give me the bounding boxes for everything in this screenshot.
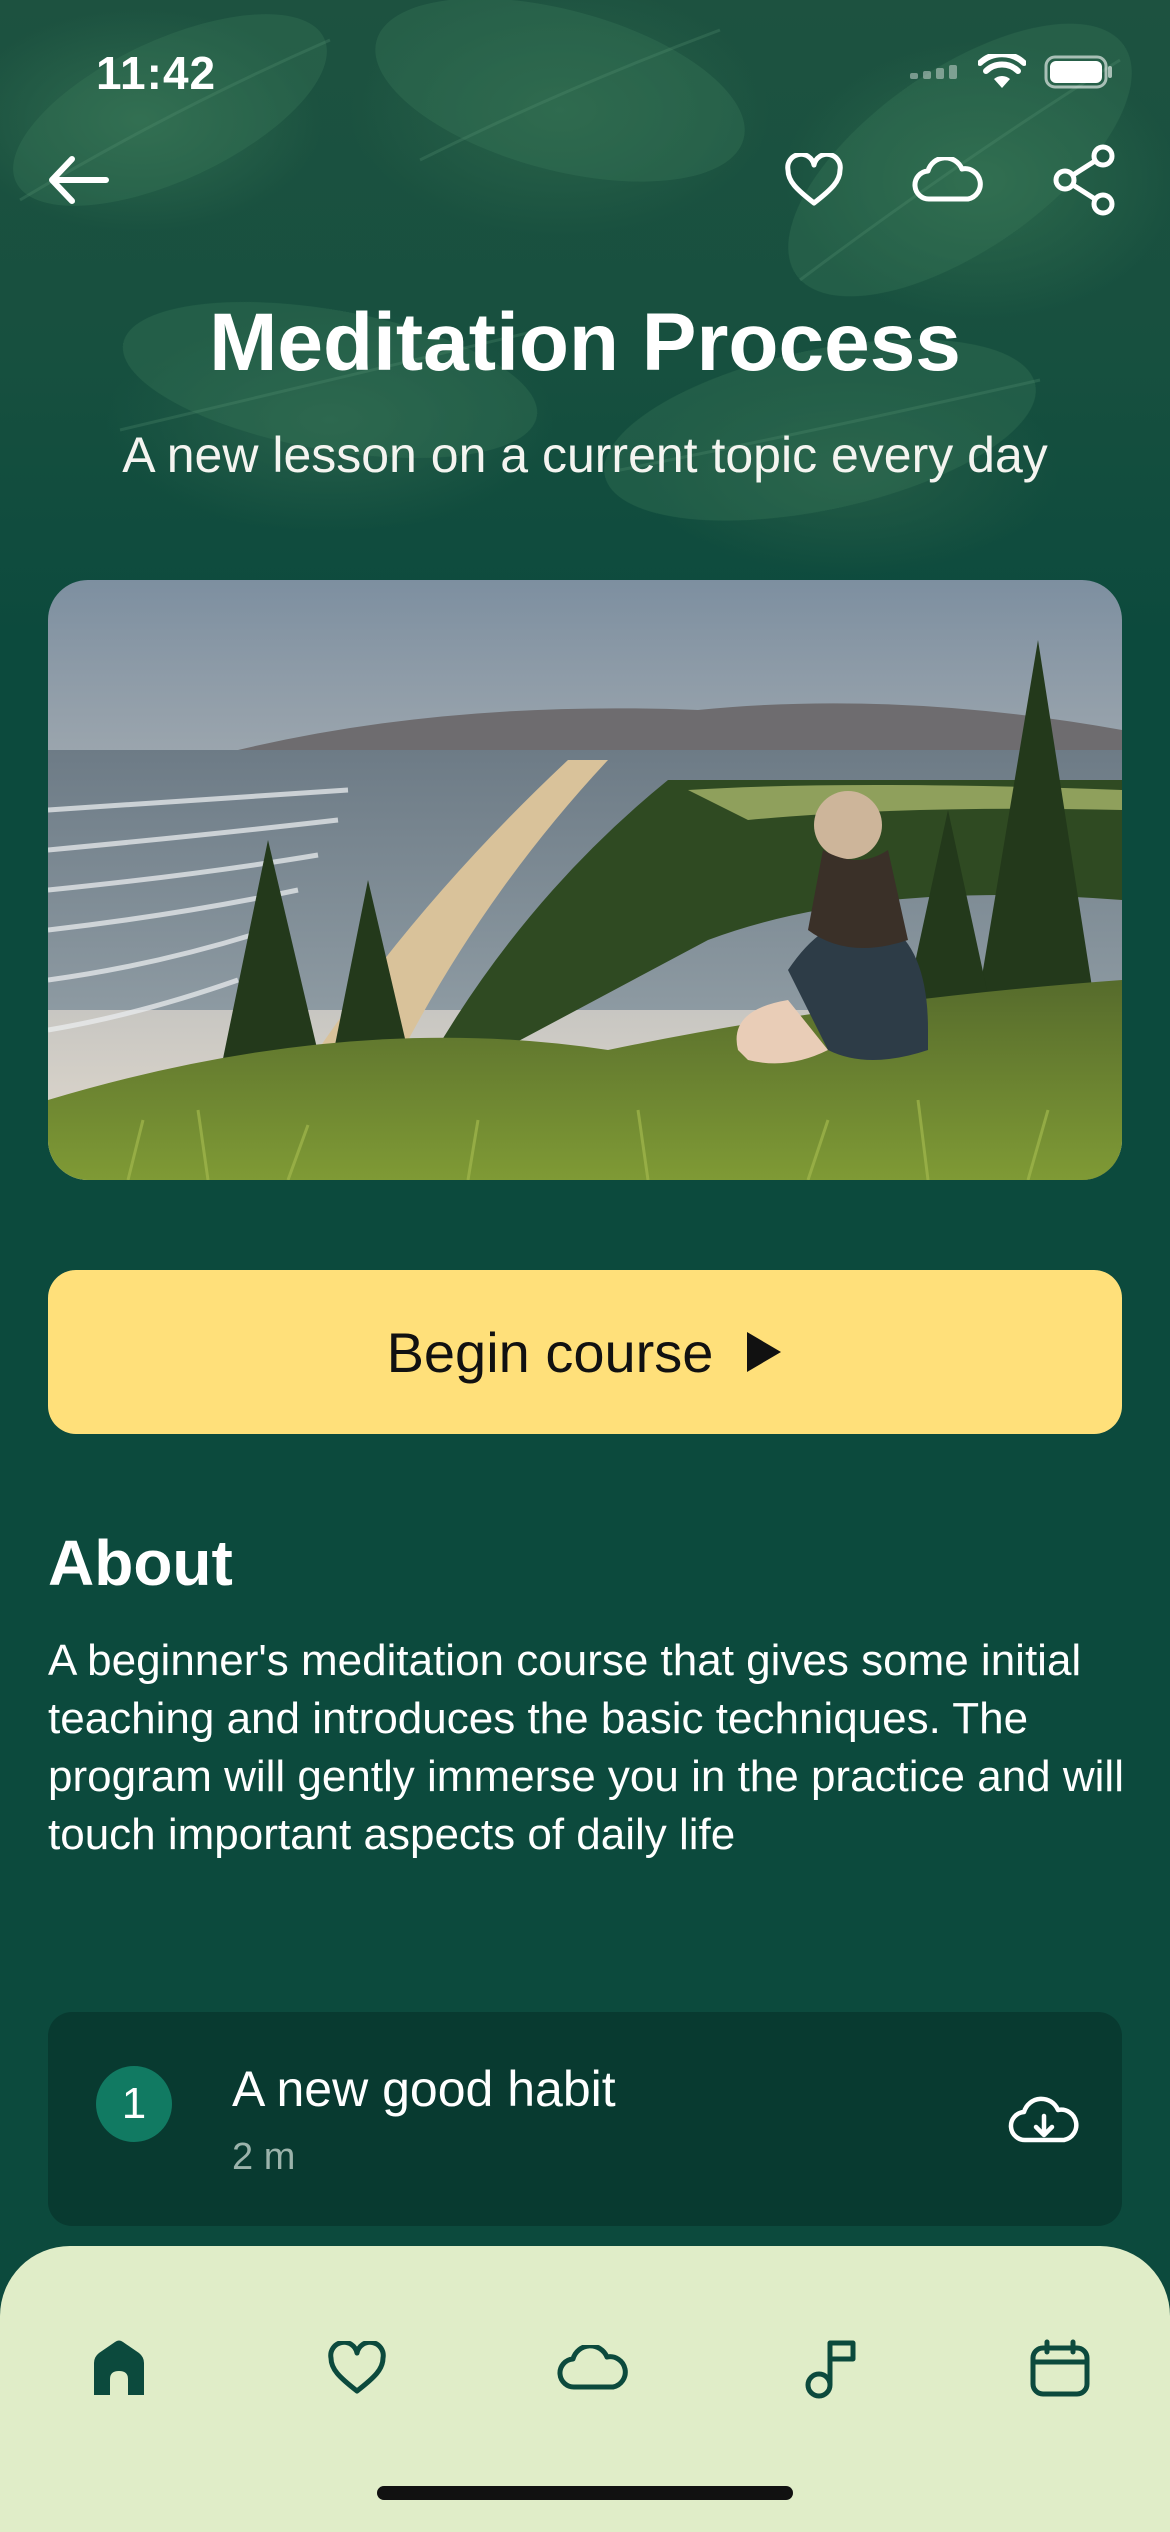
status-time: 11:42 (96, 47, 217, 99)
lesson-number-badge: 1 (96, 2066, 172, 2142)
cloud-download-icon[interactable] (1008, 2088, 1080, 2148)
lesson-title: A new good habit (232, 2061, 616, 2117)
course-screen: 11:42 Meditation Process A new lesson on… (0, 0, 1170, 2532)
tab-music[interactable] (791, 2328, 871, 2408)
wifi-icon (978, 54, 1026, 88)
battery-icon (1044, 55, 1112, 89)
heart-icon (328, 2341, 386, 2394)
share-icon (1053, 144, 1115, 216)
music-note-icon (805, 2340, 856, 2399)
heart-icon (785, 153, 843, 206)
offline-button[interactable] (908, 140, 988, 220)
calendar-icon (1030, 2339, 1090, 2397)
page-subtitle: A new lesson on a current topic every da… (122, 427, 1048, 483)
home-indicator (377, 2486, 793, 2500)
arrow-left-icon (49, 156, 109, 204)
favorite-button[interactable] (774, 140, 854, 220)
tab-downloads[interactable] (553, 2328, 633, 2408)
page-title: Meditation Process (209, 297, 961, 388)
tab-home[interactable] (79, 2328, 159, 2408)
lesson-item[interactable]: 1 A new good habit 2 m (48, 2012, 1122, 2226)
play-icon (747, 1332, 782, 1372)
cloud-icon (912, 157, 983, 202)
home-icon (94, 2340, 144, 2395)
begin-course-button[interactable]: Begin course (48, 1270, 1122, 1434)
share-button[interactable] (1044, 140, 1124, 220)
begin-course-label: Begin course (386, 1320, 714, 1384)
coastal-landscape-image (48, 580, 1122, 1180)
course-cover-image (48, 580, 1122, 1180)
tab-favorites[interactable] (317, 2328, 397, 2408)
tab-calendar[interactable] (1020, 2328, 1100, 2408)
back-button[interactable] (38, 140, 118, 220)
status-icons (910, 54, 1114, 90)
about-heading: About (48, 1527, 233, 1599)
signal-icon (910, 65, 957, 79)
about-description: A beginner's meditation course that give… (48, 1636, 1124, 1859)
status-bar: 11:42 (0, 0, 1170, 150)
lesson-duration: 2 m (232, 2136, 296, 2178)
cloud-icon (557, 2345, 628, 2390)
